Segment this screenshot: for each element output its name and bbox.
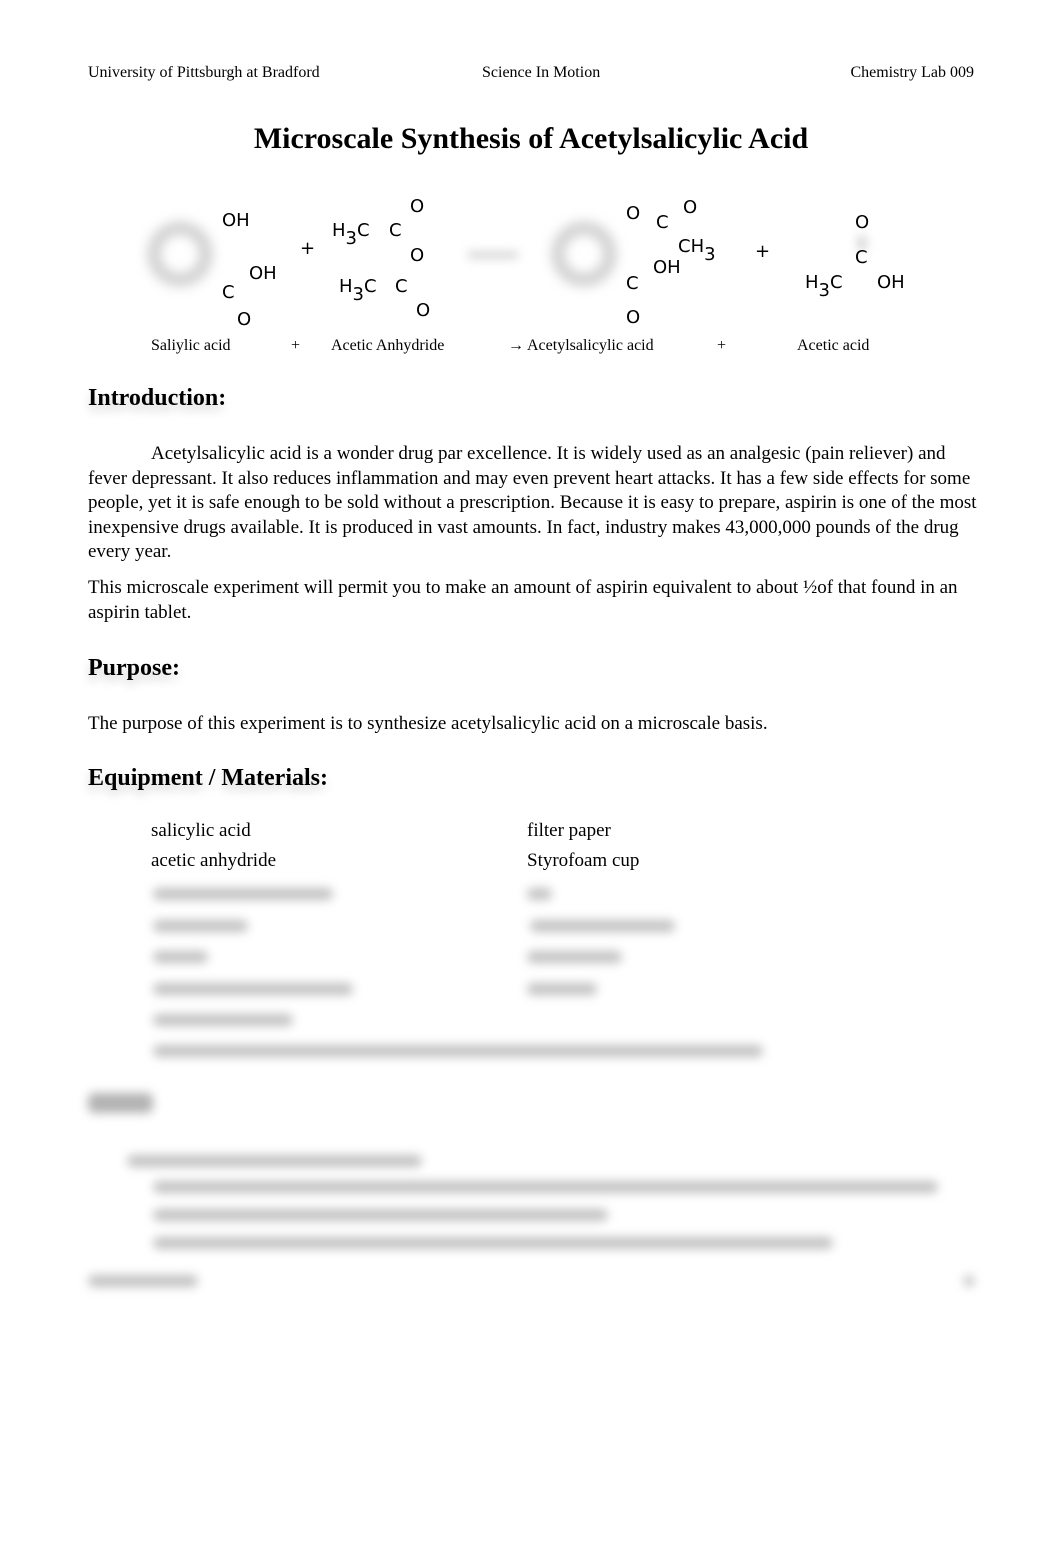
chem-label: H3C	[332, 220, 370, 249]
caption-plus: +	[717, 337, 727, 354]
chem-label: CH3	[678, 236, 716, 265]
chem-label: O	[626, 203, 641, 224]
chem-label: OH	[222, 210, 250, 231]
chem-label: H3C	[339, 276, 377, 305]
material-item: salicylic acid	[151, 820, 251, 841]
reaction-arrow-icon	[468, 252, 518, 258]
plus-sign: +	[755, 241, 771, 262]
chem-label: O	[626, 307, 641, 328]
redacted-line	[153, 1237, 833, 1249]
redacted-line	[530, 920, 675, 932]
section-heading-introduction: Introduction:	[88, 385, 227, 411]
chem-label: OH	[249, 263, 277, 284]
redacted-line	[153, 888, 333, 900]
material-item: acetic anhydride	[151, 850, 277, 871]
introduction-paragraph-2: This microscale experiment will permit y…	[88, 577, 958, 623]
plus-sign: +	[300, 238, 316, 259]
chem-label: O	[683, 197, 698, 218]
page-title: Microscale Synthesis of Acetylsalicylic …	[253, 122, 809, 155]
redacted-line	[153, 1014, 293, 1026]
redacted-line	[527, 983, 597, 995]
redacted-line	[527, 888, 552, 900]
chem-label: H3C	[805, 272, 843, 301]
chem-label: C	[855, 247, 868, 268]
chem-label: C	[222, 282, 235, 303]
caption-acetylsalicylic-acid: Acetylsalicylic acid	[527, 337, 654, 354]
section-heading-purpose: Purpose:	[88, 655, 180, 681]
caption-acetic-anhydride: Acetic Anhydride	[331, 337, 445, 354]
chem-label: OH	[653, 257, 681, 278]
redacted-heading	[88, 1093, 153, 1113]
introduction-paragraph: Acetylsalicylic acid is a wonder drug pa…	[88, 443, 977, 563]
section-heading-equipment: Equipment / Materials:	[88, 765, 328, 791]
chem-label: O	[416, 300, 431, 321]
redacted-line	[527, 951, 622, 963]
redacted-line	[127, 1155, 422, 1167]
chem-label: O	[237, 309, 252, 330]
chem-label: O	[410, 196, 425, 217]
redacted-footer	[88, 1275, 198, 1287]
chem-label: O	[855, 212, 870, 233]
redacted-line	[153, 1181, 938, 1193]
caption-plus: +	[291, 337, 301, 354]
chem-label: C	[626, 273, 639, 294]
redacted-line	[153, 951, 208, 963]
purpose-text: The purpose of this experiment is to syn…	[88, 713, 768, 734]
chem-label: C	[395, 276, 408, 297]
redacted-line	[153, 983, 353, 995]
chem-label: O	[410, 245, 425, 266]
material-item: Styrofoam cup	[527, 850, 640, 871]
chem-label: OH	[877, 272, 905, 293]
header-program: Science In Motion	[482, 64, 601, 81]
header-lab-number: Chemistry Lab 009	[850, 64, 974, 81]
caption-salicylic-acid: Saliylic acid	[151, 337, 231, 354]
redacted-line	[153, 920, 248, 932]
caption-acetic-acid: Acetic acid	[797, 337, 870, 354]
redacted-line	[153, 1045, 763, 1057]
chem-label: C	[389, 220, 402, 241]
benzene-ring-salicylic	[148, 222, 212, 286]
chem-label: C	[656, 212, 669, 233]
redacted-page-number	[964, 1275, 974, 1287]
arrow-right-icon: →	[508, 337, 524, 354]
header-institution: University of Pittsburgh at Bradford	[88, 64, 320, 81]
redacted-line	[153, 1209, 608, 1221]
benzene-ring-aspirin	[552, 222, 616, 286]
material-item: filter paper	[527, 820, 611, 841]
